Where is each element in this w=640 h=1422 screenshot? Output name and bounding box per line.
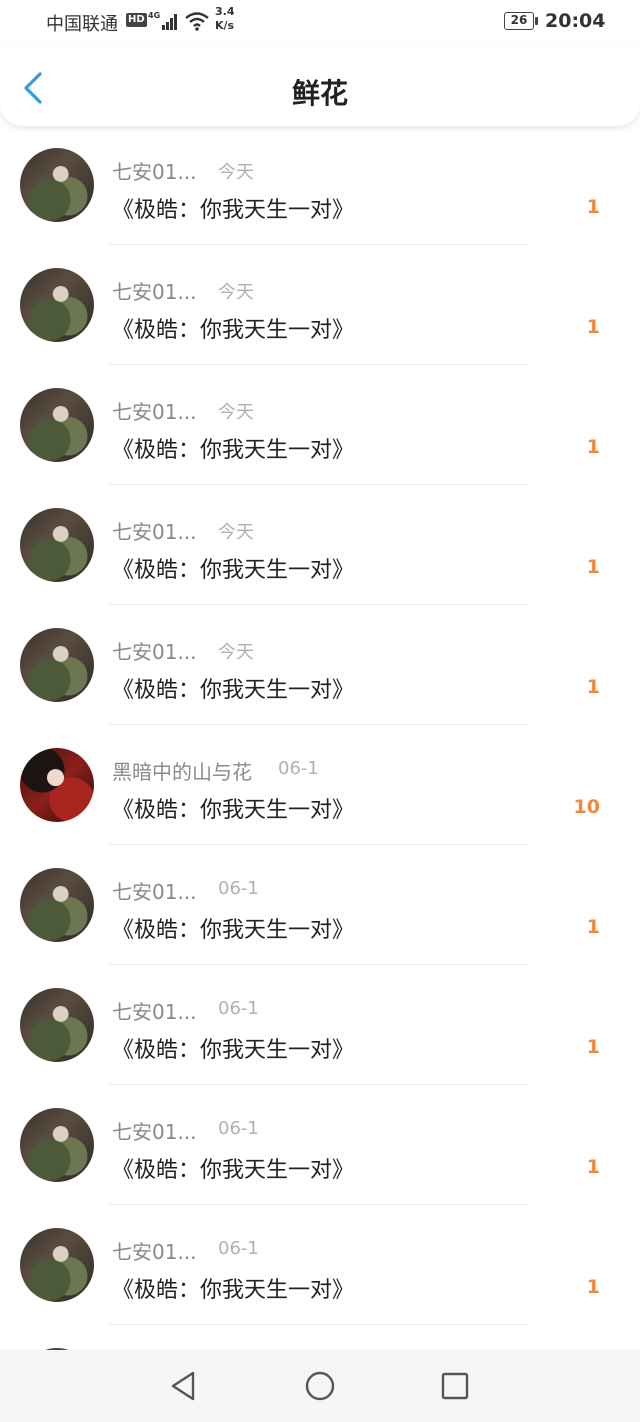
divider <box>108 244 528 245</box>
list-item[interactable]: 七安01... 今天 《极皓：你我天生一对》 1 <box>0 606 640 726</box>
flower-count: 1 <box>586 316 600 338</box>
user-name: 七安01... <box>112 640 197 664</box>
network-speed-unit: K/s <box>215 19 235 32</box>
signal-icon: 4G <box>148 11 177 30</box>
user-name: 七安01... <box>112 280 197 304</box>
work-title: 《极皓：你我天生一对》 <box>112 558 355 583</box>
svg-text:4G: 4G <box>148 11 160 20</box>
divider <box>108 964 528 965</box>
list-item[interactable]: 黑暗中的山与花 06-1 《极皓：你我天生一对》 10 <box>0 726 640 846</box>
avatar[interactable] <box>20 1108 94 1182</box>
work-title: 《极皓：你我天生一对》 <box>112 438 355 463</box>
avatar[interactable] <box>20 868 94 942</box>
flower-count: 1 <box>586 436 600 458</box>
status-bar: 中国联通 HD 4G 3.4 K/s 26 20:04 <box>0 0 640 44</box>
square-recents-icon[interactable] <box>437 1368 473 1404</box>
flower-count: 1 <box>586 676 600 698</box>
header: 鲜花 <box>0 44 640 126</box>
divider <box>108 604 528 605</box>
divider <box>108 1084 528 1085</box>
flower-count: 1 <box>586 556 600 578</box>
divider <box>108 1324 528 1325</box>
list-item[interactable]: 七安01... 今天 《极皓：你我天生一对》 1 <box>0 486 640 606</box>
avatar[interactable] <box>20 748 94 822</box>
avatar[interactable] <box>20 628 94 702</box>
system-nav-bar <box>0 1350 640 1422</box>
list-item[interactable]: 七安01... 06-1 《极皓：你我天生一对》 1 <box>0 966 640 1086</box>
work-title: 《极皓：你我天生一对》 <box>112 678 355 703</box>
wifi-icon <box>185 12 209 31</box>
user-name: 七安01... <box>112 160 197 184</box>
divider <box>108 364 528 365</box>
date-label: 今天 <box>218 162 254 183</box>
avatar[interactable] <box>20 268 94 342</box>
network-speed: 3.4 K/s <box>215 5 245 33</box>
flower-count: 1 <box>586 1156 600 1178</box>
triangle-back-icon[interactable] <box>165 1368 201 1404</box>
flower-count: 1 <box>586 1036 600 1058</box>
divider <box>108 484 528 485</box>
circle-home-icon[interactable] <box>302 1368 338 1404</box>
network-speed-value: 3.4 <box>215 5 235 18</box>
user-name: 七安01... <box>112 1240 197 1264</box>
avatar[interactable] <box>20 1228 94 1302</box>
user-name: 七安01... <box>112 880 197 904</box>
user-name: 七安01... <box>112 1000 197 1024</box>
user-name: 七安01... <box>112 400 197 424</box>
divider <box>108 1204 528 1205</box>
work-title: 《极皓：你我天生一对》 <box>112 318 355 343</box>
work-title: 《极皓：你我天生一对》 <box>112 918 355 943</box>
user-name: 黑暗中的山与花 <box>112 760 252 784</box>
list-item[interactable]: 七安01... 06-1 《极皓：你我天生一对》 1 <box>0 1086 640 1206</box>
list-item[interactable] <box>0 1326 640 1350</box>
page-title: 鲜花 <box>291 77 348 110</box>
flower-record-list[interactable]: 七安01... 今天 《极皓：你我天生一对》 1 七安01... 今天 《极皓：… <box>0 126 640 1350</box>
flower-count: 1 <box>586 916 600 938</box>
date-label: 今天 <box>218 642 254 663</box>
list-item[interactable]: 七安01... 06-1 《极皓：你我天生一对》 1 <box>0 1206 640 1326</box>
work-title: 《极皓：你我天生一对》 <box>112 198 355 223</box>
date-label: 06-1 <box>218 878 259 899</box>
list-item[interactable]: 七安01... 今天 《极皓：你我天生一对》 1 <box>0 366 640 486</box>
work-title: 《极皓：你我天生一对》 <box>112 1158 355 1183</box>
avatar[interactable] <box>20 988 94 1062</box>
divider <box>108 724 528 725</box>
carrier-label: 中国联通 <box>46 14 118 35</box>
list-item[interactable]: 七安01... 今天 《极皓：你我天生一对》 1 <box>0 246 640 366</box>
avatar[interactable] <box>20 148 94 222</box>
date-label: 今天 <box>218 522 254 543</box>
hd-badge: HD <box>126 13 147 27</box>
divider <box>108 844 528 845</box>
date-label: 今天 <box>218 282 254 303</box>
user-name: 七安01... <box>112 520 197 544</box>
date-label: 06-1 <box>218 1238 259 1259</box>
work-title: 《极皓：你我天生一对》 <box>112 1278 355 1303</box>
date-label: 06-1 <box>218 998 259 1019</box>
work-title: 《极皓：你我天生一对》 <box>112 798 355 823</box>
date-label: 06-1 <box>278 758 319 779</box>
flower-count: 1 <box>586 1276 600 1298</box>
clock: 20:04 <box>545 10 606 32</box>
list-item[interactable]: 七安01... 06-1 《极皓：你我天生一对》 1 <box>0 846 640 966</box>
date-label: 今天 <box>218 402 254 423</box>
battery-level: 26 <box>510 13 528 27</box>
flower-count: 10 <box>573 796 600 818</box>
avatar[interactable] <box>20 388 94 462</box>
battery-icon: 26 <box>504 12 534 30</box>
date-label: 06-1 <box>218 1118 259 1139</box>
list-item[interactable]: 七安01... 今天 《极皓：你我天生一对》 1 <box>0 126 640 246</box>
work-title: 《极皓：你我天生一对》 <box>112 1038 355 1063</box>
user-name: 七安01... <box>112 1120 197 1144</box>
avatar[interactable] <box>20 508 94 582</box>
battery-tip <box>535 17 538 25</box>
flower-count: 1 <box>586 196 600 218</box>
